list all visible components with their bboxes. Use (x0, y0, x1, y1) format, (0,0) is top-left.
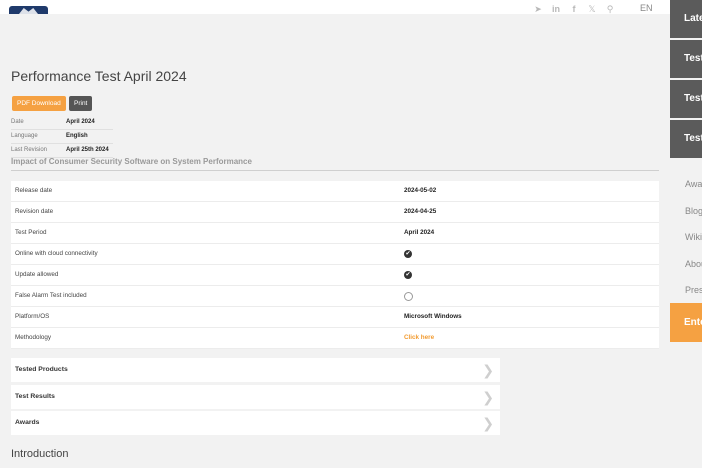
language-switch[interactable]: EN (640, 3, 653, 13)
details-key: Methodology (15, 334, 52, 341)
details-value: 2024-05-02 (404, 187, 437, 194)
details-key: Test Period (15, 229, 47, 236)
details-key: Update allowed (15, 271, 59, 278)
logo-mark-icon (19, 8, 38, 14)
details-key: Platform/OS (15, 313, 50, 320)
details-row: Online with cloud connectivity ✔ (11, 244, 659, 265)
chevron-right-icon: ❯ (482, 362, 494, 378)
sidebar-item-wiki[interactable]: Wiki (670, 227, 702, 247)
details-value (404, 286, 413, 306)
details-value: Microsoft Windows (404, 313, 462, 320)
sidebar-item-press[interactable]: Press (670, 280, 702, 300)
sidebar-item-test-1[interactable]: Test (670, 40, 702, 78)
details-row: False Alarm Test included (11, 286, 659, 307)
checkmark-icon: ✔ (404, 250, 412, 258)
social-icons: ➤ in f 𝕏 ⚲ (532, 3, 622, 15)
meta-value: April 25th 2024 (66, 147, 109, 153)
methodology-link[interactable]: Click here (404, 328, 434, 348)
details-row: Platform/OS Microsoft Windows (11, 307, 659, 328)
details-row: Test Period April 2024 (11, 223, 659, 244)
details-value: 2024-04-25 (404, 208, 437, 215)
meta-key: Date (11, 119, 24, 125)
meta-value: April 2024 (66, 119, 95, 125)
details-key: Online with cloud connectivity (15, 250, 98, 257)
details-key: False Alarm Test included (15, 292, 87, 299)
sidebar-item-about[interactable]: About (670, 254, 702, 274)
empty-circle-icon (404, 291, 413, 301)
details-row: Update allowed ✔ (11, 265, 659, 286)
details-row: Revision date 2024-04-25 (11, 202, 659, 223)
sidebar-item-test-3[interactable]: Test (670, 120, 702, 158)
details-value: April 2024 (404, 229, 435, 236)
details-key: Revision date (15, 208, 54, 215)
details-table: Release date 2024-05-02 Revision date 2024-… (11, 181, 659, 349)
facebook-icon[interactable]: f (568, 3, 580, 15)
telegram-icon[interactable]: ➤ (532, 3, 544, 15)
page-title: Performance Test April 2024 (11, 68, 187, 84)
details-value: Click here (404, 328, 434, 348)
accordion-test-results[interactable]: Test Results ❯ (11, 385, 500, 409)
details-key: Release date (15, 187, 53, 194)
details-row: Release date 2024-05-02 (11, 181, 659, 202)
meta-row: Language English (11, 130, 113, 144)
sidebar-item-test-2[interactable]: Test (670, 80, 702, 118)
print-button[interactable]: Print (69, 96, 93, 111)
details-value: ✔ (404, 244, 412, 264)
report-subtitle: Impact of Consumer Security Software on … (11, 157, 659, 171)
sidebar: Latest Test Test Test Awards Blog Wiki A… (670, 0, 702, 468)
details-value: ✔ (404, 265, 412, 285)
introduction-heading: Introduction (11, 448, 69, 460)
accordion-tested-products[interactable]: Tested Products ❯ (11, 358, 500, 382)
report-meta: Date April 2024 Language English Last Revisi… (11, 116, 113, 158)
chevron-right-icon: ❯ (482, 389, 494, 405)
sidebar-item-blog[interactable]: Blog (670, 201, 702, 221)
details-row: Methodology Click here (11, 328, 659, 349)
search-icon[interactable]: ⚲ (604, 3, 616, 15)
x-icon[interactable]: 𝕏 (586, 3, 598, 15)
checkmark-icon: ✔ (404, 271, 412, 279)
linkedin-icon[interactable]: in (550, 3, 562, 15)
meta-value: English (66, 133, 88, 139)
logo[interactable] (9, 6, 48, 14)
top-bar: ➤ in f 𝕏 ⚲ EN (0, 0, 670, 14)
accordion-label: Test Results (15, 393, 55, 400)
meta-row: Last Revision April 25th 2024 (11, 144, 113, 158)
sidebar-item-latest[interactable]: Latest (670, 0, 702, 38)
accordion-label: Awards (15, 419, 40, 426)
sidebar-cta-enterprise[interactable]: Enterprise (670, 303, 702, 342)
meta-key: Language (11, 133, 38, 139)
sidebar-item-awards[interactable]: Awards (670, 174, 702, 194)
chevron-right-icon: ❯ (482, 415, 494, 431)
accordion-awards[interactable]: Awards ❯ (11, 411, 500, 435)
accordion-label: Tested Products (15, 366, 68, 373)
pdf-download-button[interactable]: PDF Download (12, 96, 66, 111)
meta-row: Date April 2024 (11, 116, 113, 130)
meta-key: Last Revision (11, 147, 48, 153)
